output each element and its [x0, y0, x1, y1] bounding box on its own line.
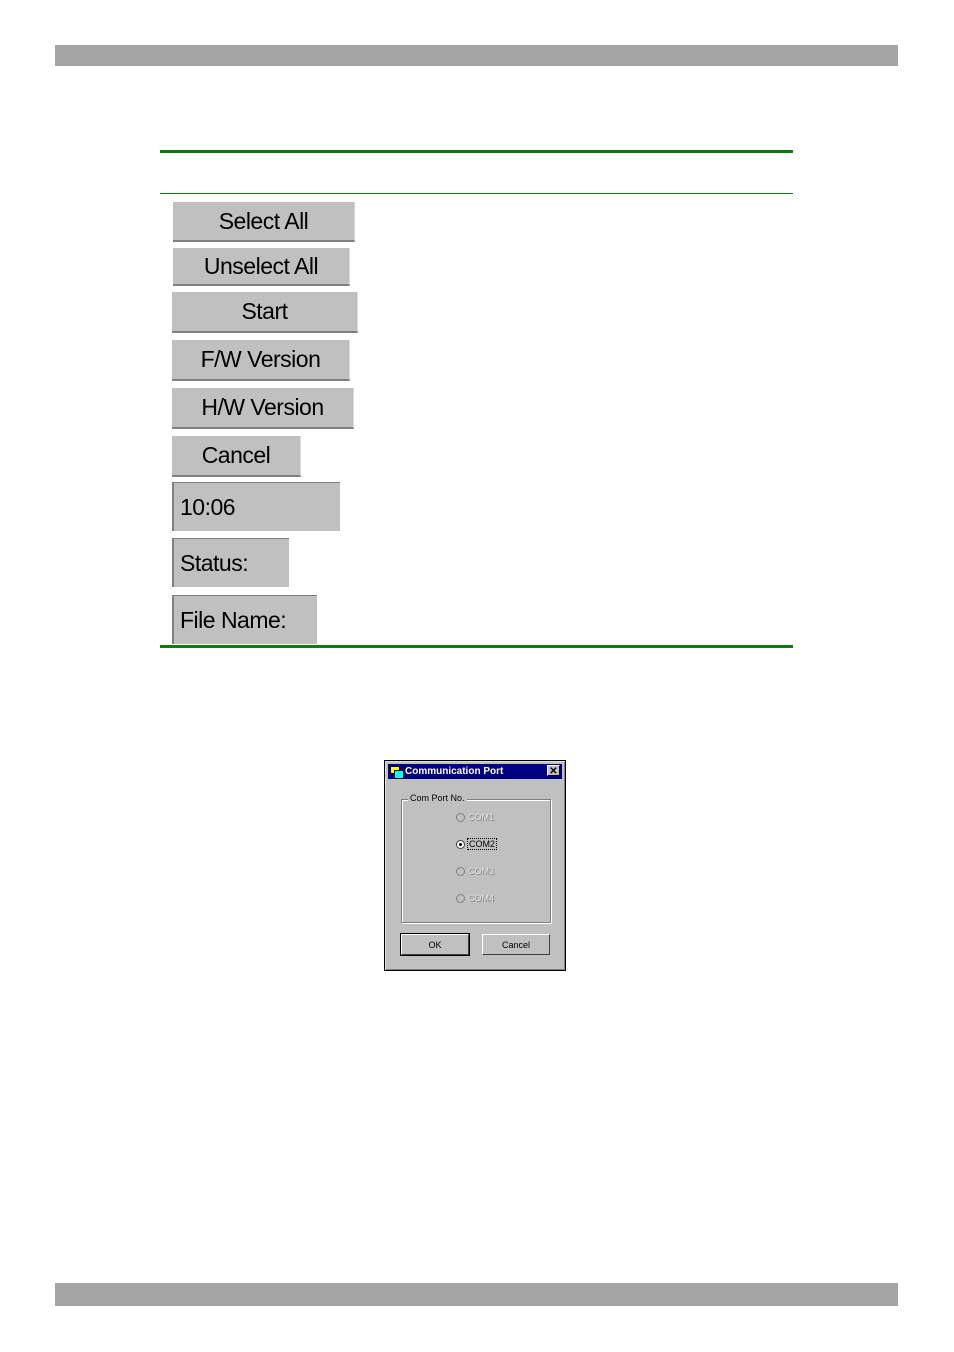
communication-port-dialog: Communication Port ✕ Com Port No. COM1 C…	[384, 760, 566, 971]
dialog-title: Communication Port	[405, 766, 504, 777]
cancel-button[interactable]: Cancel	[172, 436, 301, 477]
radio-com1[interactable]: COM1	[456, 812, 494, 822]
table-top-rule	[160, 150, 793, 153]
time-display: 10:06	[172, 482, 340, 531]
start-button[interactable]: Start	[172, 292, 358, 333]
table-bottom-rule	[160, 645, 793, 648]
app-icon	[389, 765, 404, 779]
header-bar	[55, 45, 898, 66]
dialog-cancel-button[interactable]: Cancel	[482, 934, 550, 955]
unselect-all-button[interactable]: Unselect All	[173, 248, 350, 286]
file-name-field: File Name:	[172, 595, 317, 644]
com-port-group: Com Port No. COM1 COM2 COM3 COM4	[401, 793, 551, 923]
group-label: Com Port No.	[408, 793, 467, 803]
hw-version-button[interactable]: H/W Version	[172, 388, 354, 429]
select-all-button[interactable]: Select All	[173, 202, 355, 242]
radio-label: COM2	[466, 838, 498, 850]
close-icon[interactable]: ✕	[547, 765, 560, 777]
radio-label: COM4	[468, 893, 495, 903]
radio-label: COM3	[468, 866, 495, 876]
radio-icon[interactable]	[456, 866, 465, 876]
radio-icon[interactable]	[456, 893, 465, 903]
radio-com3[interactable]: COM3	[456, 866, 494, 876]
ok-button[interactable]: OK	[400, 933, 470, 956]
status-field: Status:	[172, 538, 289, 587]
table-header-rule	[160, 193, 793, 194]
radio-icon[interactable]	[456, 812, 465, 822]
fw-version-button[interactable]: F/W Version	[172, 340, 350, 381]
footer-bar	[55, 1283, 898, 1306]
radio-label: COM1	[468, 812, 495, 822]
dialog-titlebar[interactable]: Communication Port ✕	[388, 764, 562, 779]
radio-com4[interactable]: COM4	[456, 893, 494, 903]
radio-com2[interactable]: COM2	[456, 838, 498, 850]
radio-selected-icon[interactable]	[456, 839, 465, 849]
